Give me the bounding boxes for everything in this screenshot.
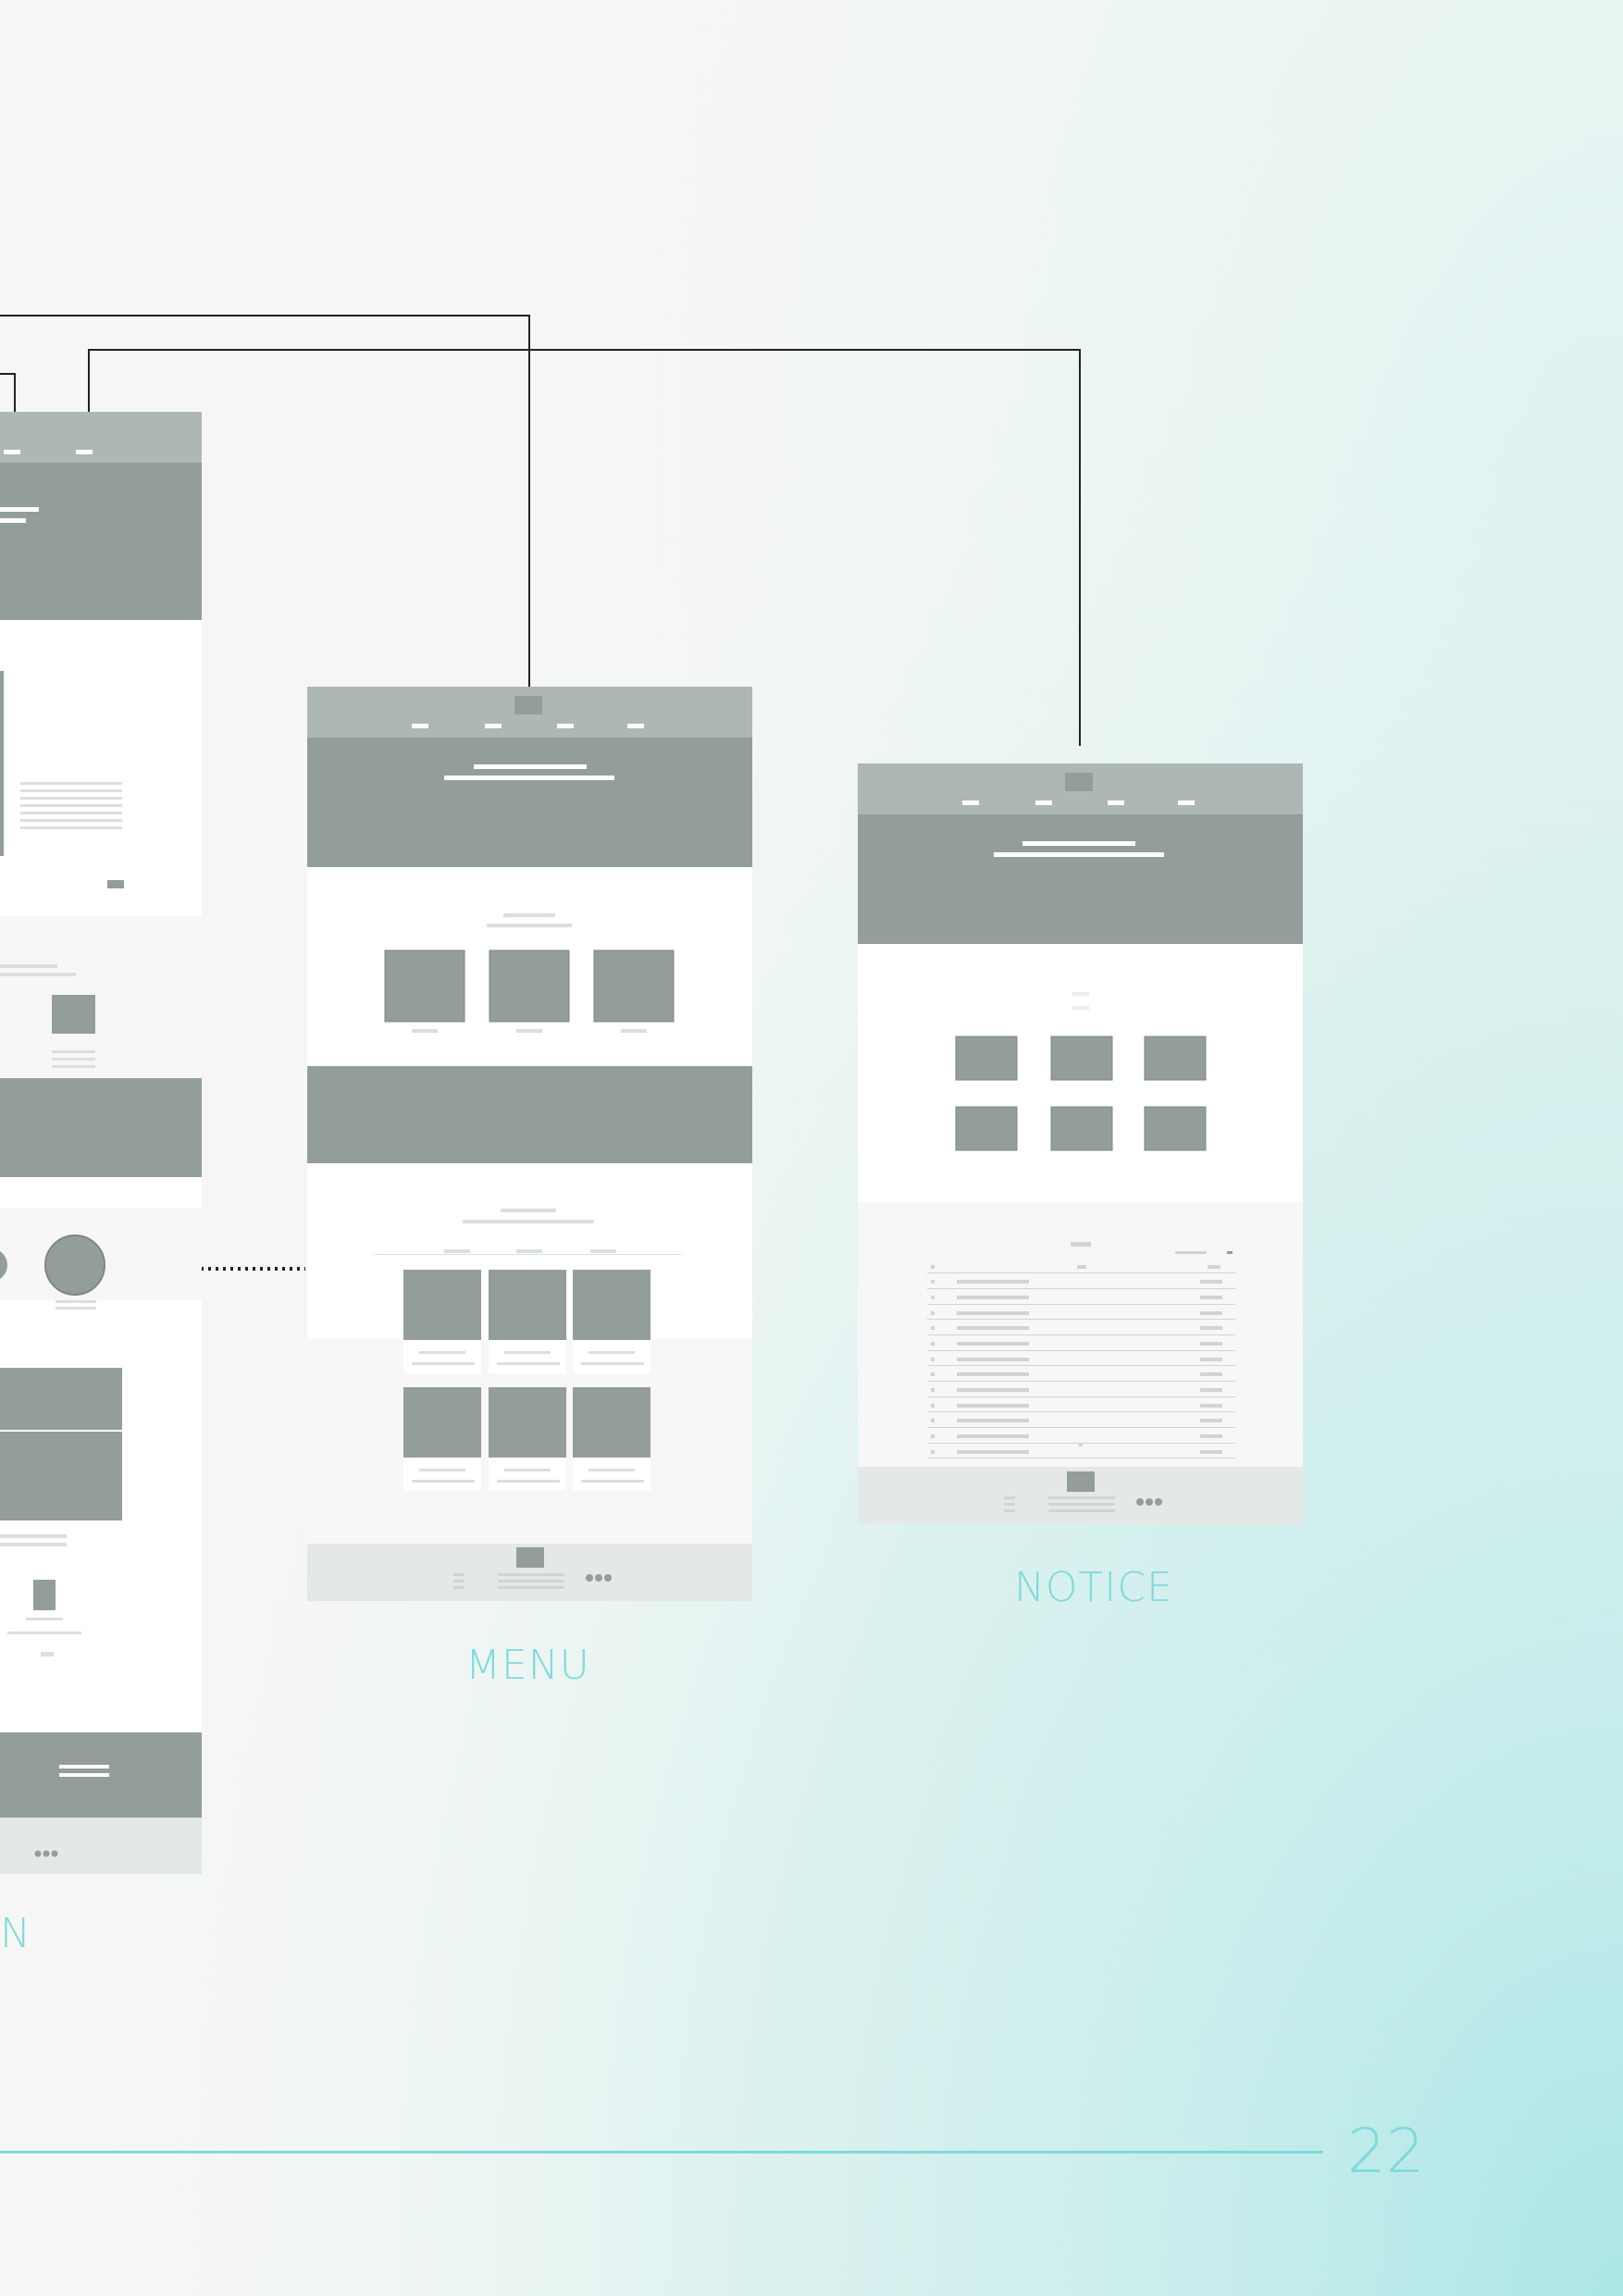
wf-menu-hero [307, 738, 752, 867]
wf-left-avatar [44, 1235, 105, 1296]
wf-left-header [0, 412, 202, 463]
more-dots-icon [1136, 1498, 1162, 1506]
wireframe-notice [858, 763, 1303, 1524]
sitemap-connectors [0, 315, 1081, 1271]
wf-notice-hero [858, 814, 1303, 944]
page-number: 22 [1347, 2116, 1425, 2187]
wf-left-banner [0, 1078, 202, 1177]
label-menu-page: MENU [465, 1642, 590, 1689]
wireframe-menu [307, 687, 752, 1601]
footer-rule [0, 2151, 1323, 2153]
label-notice-page: NOTICE [1014, 1564, 1173, 1611]
more-dots-icon [586, 1574, 612, 1582]
wf-menu-banner [307, 1066, 752, 1163]
wf-left-hero [0, 463, 202, 620]
label-left-page: N [0, 1910, 31, 1957]
wireframe-left [0, 412, 202, 1874]
wf-left-image-block [0, 1368, 122, 1520]
wf-notice-logo [1065, 773, 1093, 791]
wf-menu-logo [514, 696, 542, 714]
wf-left-footer [0, 1818, 202, 1874]
